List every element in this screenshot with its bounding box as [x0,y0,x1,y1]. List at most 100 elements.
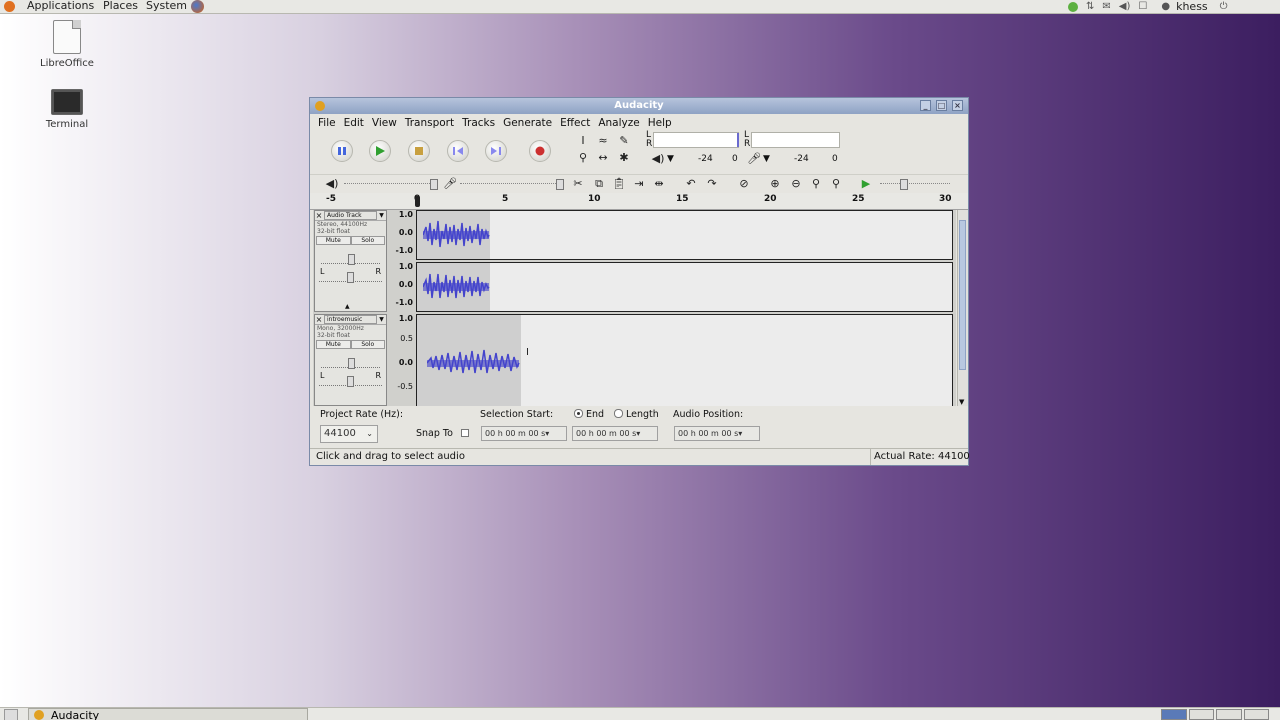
play-at-speed-icon[interactable]: ▶ [858,177,874,191]
record-button[interactable] [529,140,551,162]
username[interactable]: khess [1176,0,1208,13]
waveform-channel-mono[interactable]: I [416,314,953,406]
workspace-switcher[interactable] [1161,709,1269,720]
end-radio[interactable] [574,409,583,418]
draw-tool-icon[interactable]: ✎ [616,134,632,148]
workspace-3[interactable] [1216,709,1242,720]
network-icon[interactable]: ⇅ [1086,1,1094,12]
waveform-channel-right[interactable] [416,262,953,312]
vertical-scale[interactable]: 1.0 0.0 -1.0 [388,210,415,260]
snap-to-checkbox[interactable] [461,429,469,437]
paste-icon[interactable]: 📋︎ [611,177,627,191]
maximize-button[interactable]: □ [936,100,947,111]
timeshift-tool-icon[interactable]: ↔ [595,151,611,165]
microphone-icon[interactable]: 🎤︎ [746,152,762,166]
length-radio[interactable] [614,409,623,418]
track-close-icon[interactable]: × [315,211,323,220]
mute-button[interactable]: Mute [316,340,351,349]
pan-slider[interactable]: L R [319,371,382,387]
undo-icon[interactable]: ↶ [683,177,699,191]
vertical-scale[interactable]: 1.0 0.5 0.0 -0.5 [388,314,415,406]
scroll-down-icon[interactable]: ▼ [959,398,964,406]
playhead-marker[interactable] [415,196,420,207]
track-name[interactable]: Audio Track [324,211,377,220]
solo-button[interactable]: Solo [350,236,385,245]
system-menu[interactable]: System [146,0,187,12]
close-button[interactable]: × [952,100,963,111]
ubuntu-logo-icon[interactable] [4,1,15,12]
trim-icon[interactable]: ⇥ [631,177,647,191]
stop-button[interactable] [408,140,430,162]
zoom-in-icon[interactable]: ⊕ [767,177,783,191]
envelope-tool-icon[interactable]: ≈ [595,134,611,148]
project-rate-select[interactable]: 44100 ⌄ [320,425,378,443]
recording-meter[interactable] [751,132,840,148]
volume-icon[interactable]: ◀) [1119,1,1131,12]
vertical-scale[interactable]: 1.0 0.0 -1.0 [388,262,415,312]
end-radio-option[interactable]: End [574,409,604,420]
workspace-2[interactable] [1188,709,1214,720]
power-icon[interactable]: ⏻ [1220,1,1228,12]
waveform-channel-left[interactable] [416,210,953,260]
menu-transport[interactable]: Transport [405,117,454,129]
menu-view[interactable]: View [372,117,397,129]
track-menu-chevron-down-icon[interactable]: ▼ [377,316,386,323]
fit-project-icon[interactable]: ⚲ [828,177,844,191]
menu-analyze[interactable]: Analyze [598,117,639,129]
multi-tool-icon[interactable]: ✱ [616,151,632,165]
update-icon[interactable] [1068,1,1078,12]
cut-icon[interactable]: ✂ [570,177,586,191]
skip-end-button[interactable] [485,140,507,162]
desktop-icon-terminal[interactable]: Terminal [32,89,102,130]
play-speed-slider[interactable] [880,179,950,190]
speaker-icon[interactable]: ◀) [650,152,666,166]
collapse-track-icon[interactable]: ▲ [345,303,350,310]
taskbar-audacity-button[interactable]: Audacity [28,708,308,720]
skip-start-button[interactable] [447,140,469,162]
selection-start-time[interactable]: 00 h 00 m 00 s▾ [481,426,567,441]
track-name[interactable]: introemusic [324,315,377,324]
places-menu[interactable]: Places [103,0,138,12]
menu-edit[interactable]: Edit [344,117,364,129]
playback-meter[interactable] [653,132,739,148]
length-radio-option[interactable]: Length [614,409,659,420]
applications-menu[interactable]: Applications [27,0,94,12]
pan-slider[interactable]: L R [319,267,382,283]
mail-icon[interactable]: ✉ [1102,1,1110,12]
output-volume-slider[interactable] [344,179,438,190]
minimize-button[interactable]: _ [920,100,931,111]
pause-button[interactable] [331,140,353,162]
play-button[interactable] [369,140,391,162]
show-desktop-button[interactable] [4,709,18,720]
menu-generate[interactable]: Generate [503,117,552,129]
vertical-scrollbar[interactable]: ▼ [957,210,968,406]
copy-icon[interactable]: ⧉ [591,177,607,191]
menu-help[interactable]: Help [648,117,672,129]
zoom-out-icon[interactable]: ⊖ [788,177,804,191]
firefox-icon[interactable] [191,0,204,13]
solo-button[interactable]: Solo [350,340,385,349]
workspace-4[interactable] [1243,709,1269,720]
window-titlebar[interactable]: Audacity _ □ × [310,98,968,114]
selection-tool-icon[interactable]: I [575,134,591,148]
zoom-tool-icon[interactable]: ⚲ [575,151,591,165]
fit-selection-icon[interactable]: ⚲ [808,177,824,191]
desktop-icon-libreoffice[interactable]: LibreOffice [32,20,102,69]
audio-position-time[interactable]: 00 h 00 m 00 s▾ [674,426,760,441]
chat-icon[interactable]: ☐ [1138,1,1147,12]
track-close-icon[interactable]: × [315,315,323,324]
gain-slider[interactable] [321,249,380,265]
menu-file[interactable]: File [318,117,336,129]
selection-end-time[interactable]: 00 h 00 m 00 s▾ [572,426,658,441]
redo-icon[interactable]: ↷ [704,177,720,191]
input-volume-slider[interactable] [460,179,564,190]
track-menu-chevron-down-icon[interactable]: ▼ [377,212,386,219]
mute-button[interactable]: Mute [316,236,351,245]
timeline-ruler[interactable]: -5 0 5 10 15 20 25 30 [310,193,968,210]
menu-tracks[interactable]: Tracks [462,117,495,129]
menu-effect[interactable]: Effect [560,117,590,129]
gain-slider[interactable] [321,353,380,369]
silence-icon[interactable]: ⇹ [651,177,667,191]
workspace-1[interactable] [1161,709,1187,720]
sync-lock-icon[interactable]: ⊘ [736,177,752,191]
